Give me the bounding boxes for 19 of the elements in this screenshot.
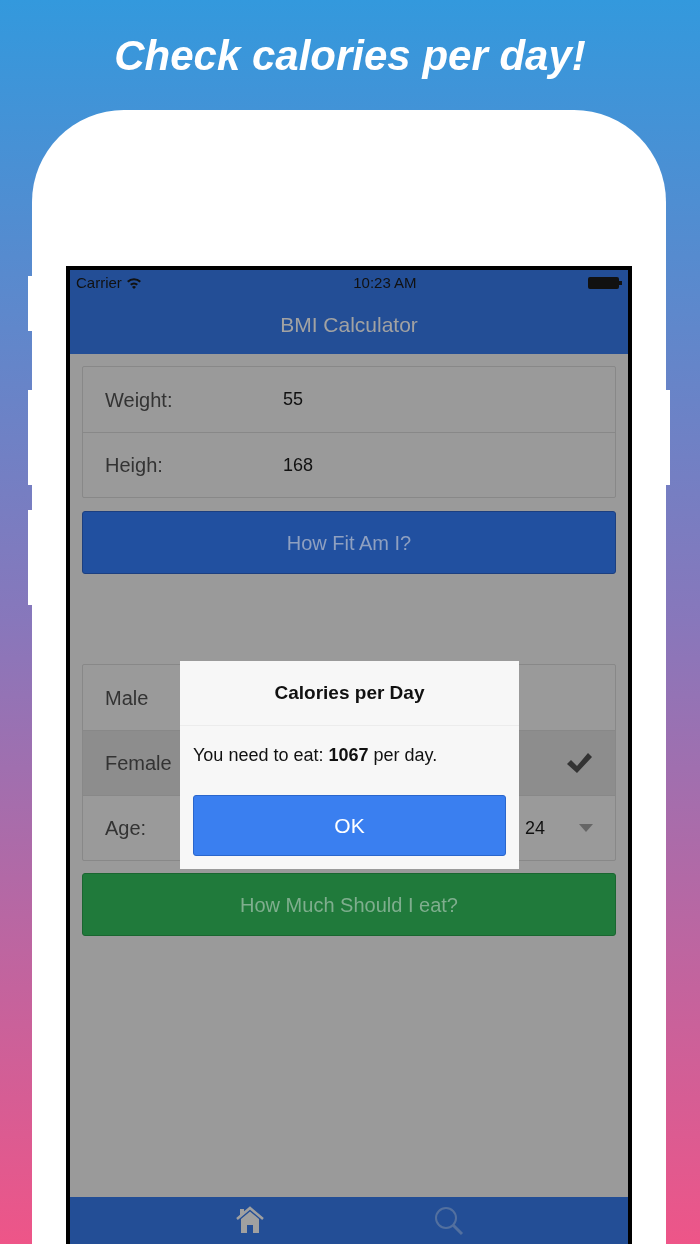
age-value[interactable]: 24	[524, 814, 545, 842]
headline: Check calories per day!	[114, 30, 586, 81]
option-label: Female	[105, 751, 172, 776]
field-label: Weight:	[105, 387, 174, 413]
field-value[interactable]: 168	[283, 451, 593, 479]
field-label: Heigh:	[105, 453, 164, 478]
checkmark-icon	[565, 751, 593, 775]
battery-icon	[588, 277, 622, 289]
nav-title: BMI Calculator	[280, 312, 418, 339]
age-label: Age:	[105, 816, 147, 841]
field-value[interactable]: 55	[283, 386, 593, 413]
dialog-title: Calories per Day	[274, 680, 425, 705]
ok-button[interactable]: OK	[193, 795, 506, 856]
how-fit-button[interactable]: How Fit Am I?	[82, 511, 616, 574]
carrier-label: Carrier	[76, 272, 122, 293]
dropdown-caret-icon[interactable]	[579, 824, 593, 832]
clock: 10:23 AM	[353, 272, 417, 293]
wifi-icon	[125, 277, 142, 289]
dialog-message: You need to eat: 1067 per day.	[193, 745, 438, 765]
